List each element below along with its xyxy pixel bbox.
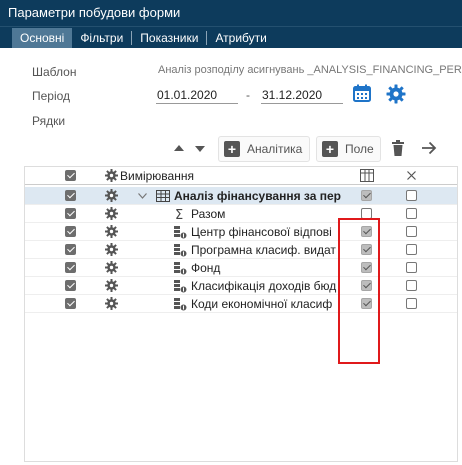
- row-visible-checkbox[interactable]: [65, 280, 76, 291]
- table-icon: [156, 190, 170, 202]
- svg-text:Σ: Σ: [175, 208, 183, 221]
- period-from-input[interactable]: [156, 86, 238, 104]
- tab-filters[interactable]: Фільтри: [72, 28, 131, 48]
- row-settings-icon[interactable]: [105, 225, 118, 238]
- table-row[interactable]: Центр фінансової відпові: [25, 223, 457, 241]
- grid-header: Вимірювання: [25, 167, 457, 185]
- add-field-button[interactable]: + Поле: [316, 136, 381, 162]
- form-body: Шаблон Аналіз розподілу асигнувань _ANAL…: [0, 48, 462, 465]
- dimension-icon: [174, 244, 187, 257]
- row-label: Центр фінансової відпові: [191, 225, 332, 239]
- window-title: Параметри побудови форми: [0, 0, 462, 26]
- row-exclude-checkbox[interactable]: [406, 226, 417, 237]
- row-total-checkbox[interactable]: [361, 244, 372, 255]
- row-visible-checkbox[interactable]: [65, 190, 76, 201]
- template-label: Шаблон: [32, 65, 77, 79]
- close-icon[interactable]: [407, 171, 416, 180]
- row-exclude-checkbox[interactable]: [406, 280, 417, 291]
- row-exclude-checkbox[interactable]: [406, 190, 417, 201]
- dimension-column-header: Вимірювання: [120, 169, 194, 183]
- move-up-icon[interactable]: [174, 145, 184, 152]
- dimension-icon: [174, 298, 187, 311]
- calendar-icon[interactable]: [353, 84, 371, 102]
- row-settings-icon[interactable]: [105, 297, 118, 310]
- period-to-input[interactable]: [261, 86, 343, 104]
- row-label: Разом: [191, 207, 226, 221]
- dimensions-grid: Вимірювання Аналіз фінансування за пер Σ Р…: [24, 166, 458, 462]
- tab-main[interactable]: Основні: [12, 27, 73, 48]
- sigma-icon: Σ: [175, 208, 183, 221]
- template-value: Аналіз розподілу асигнувань _ANALYSIS_FI…: [158, 64, 462, 76]
- row-total-checkbox[interactable]: [361, 262, 372, 273]
- row-label: Коди економічної класиф: [191, 297, 333, 311]
- dimension-icon: [174, 226, 187, 239]
- row-settings-icon[interactable]: [105, 261, 118, 274]
- row-visible-checkbox[interactable]: [65, 208, 76, 219]
- period-label: Період: [32, 89, 71, 103]
- settings-gear-icon[interactable]: [386, 84, 406, 104]
- row-exclude-checkbox[interactable]: [406, 262, 417, 273]
- period-dash: -: [246, 88, 250, 102]
- row-total-checkbox[interactable]: [361, 208, 372, 219]
- select-all-checkbox[interactable]: [65, 170, 76, 181]
- row-settings-icon[interactable]: [105, 207, 118, 220]
- table-row[interactable]: Коди економічної класиф: [25, 295, 457, 313]
- move-down-icon[interactable]: [195, 146, 205, 153]
- plus-icon: +: [322, 141, 338, 157]
- add-analytics-label: Аналітика: [247, 142, 303, 156]
- dimension-icon: [174, 262, 187, 275]
- table-row[interactable]: Фонд: [25, 259, 457, 277]
- row-total-checkbox[interactable]: [361, 190, 372, 201]
- table-row[interactable]: Σ Разом: [25, 205, 457, 223]
- add-field-label: Поле: [345, 142, 374, 156]
- tab-attributes[interactable]: Атрибути: [207, 28, 274, 48]
- table-row[interactable]: Аналіз фінансування за пер: [25, 187, 457, 205]
- row-label: Аналіз фінансування за пер: [174, 189, 341, 203]
- row-exclude-checkbox[interactable]: [406, 244, 417, 255]
- row-exclude-checkbox[interactable]: [406, 208, 417, 219]
- tab-indicators[interactable]: Показники: [132, 28, 206, 48]
- tab-bar: Основні Фільтри Показники Атрибути: [0, 26, 462, 48]
- columns-icon: [360, 169, 374, 182]
- row-total-checkbox[interactable]: [361, 298, 372, 309]
- row-settings-icon[interactable]: [105, 279, 118, 292]
- rows-label: Рядки: [32, 114, 66, 128]
- row-visible-checkbox[interactable]: [65, 298, 76, 309]
- row-total-checkbox[interactable]: [361, 280, 372, 291]
- trash-icon[interactable]: [392, 140, 404, 156]
- arrow-right-icon[interactable]: [421, 141, 437, 155]
- row-total-checkbox[interactable]: [361, 226, 372, 237]
- row-settings-icon[interactable]: [105, 189, 118, 202]
- table-row[interactable]: Програмна класиф. видат: [25, 241, 457, 259]
- row-visible-checkbox[interactable]: [65, 244, 76, 255]
- row-visible-checkbox[interactable]: [65, 262, 76, 273]
- dimension-icon: [174, 280, 187, 293]
- header-gear-icon: [105, 169, 118, 182]
- add-analytics-button[interactable]: + Аналітика: [218, 136, 310, 162]
- row-label: Класифікація доходів бюд: [191, 279, 337, 293]
- row-settings-icon[interactable]: [105, 243, 118, 256]
- row-exclude-checkbox[interactable]: [406, 298, 417, 309]
- table-row[interactable]: Класифікація доходів бюд: [25, 277, 457, 295]
- plus-icon: +: [224, 141, 240, 157]
- row-visible-checkbox[interactable]: [65, 226, 76, 237]
- row-label: Програмна класиф. видат: [191, 243, 336, 257]
- chevron-down-icon[interactable]: [138, 193, 147, 199]
- row-label: Фонд: [191, 261, 221, 275]
